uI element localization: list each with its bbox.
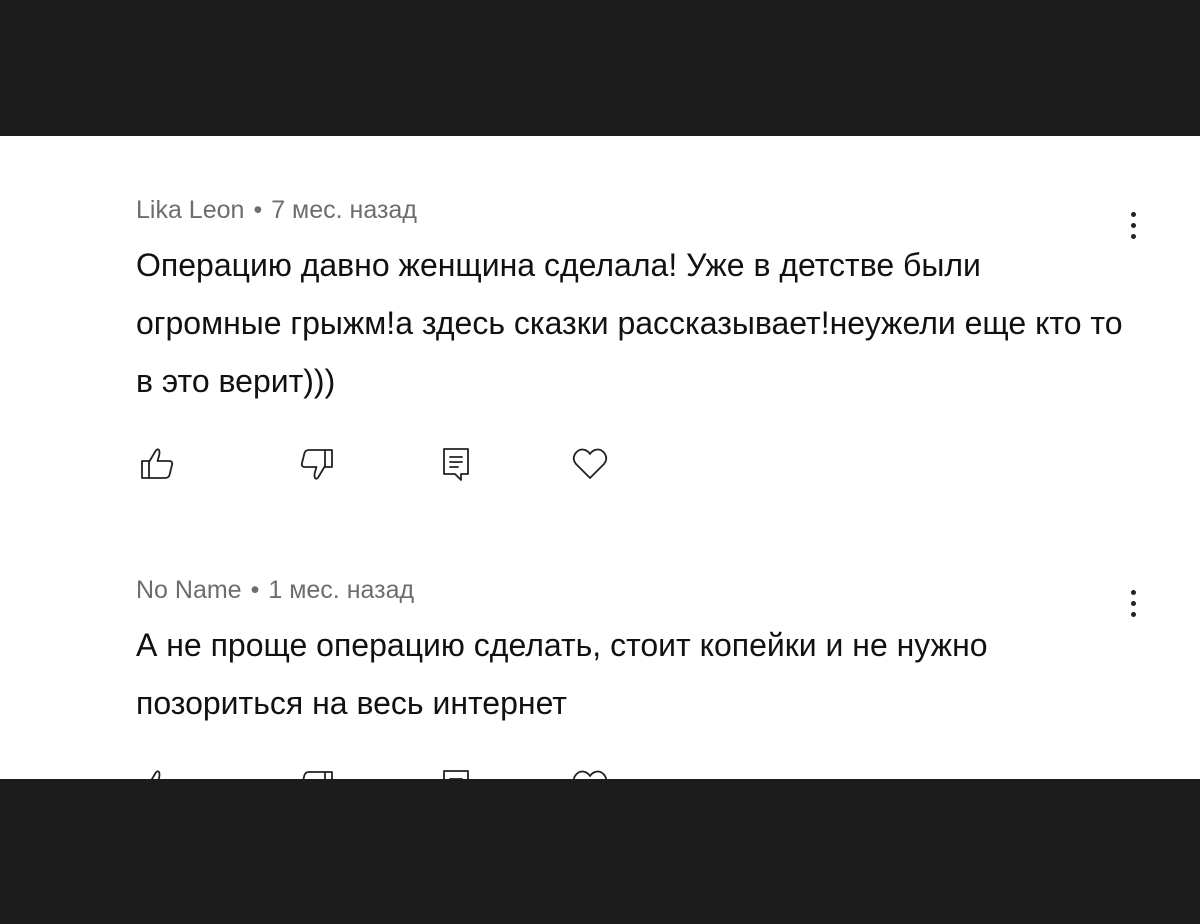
comment-author[interactable]: No Name (136, 576, 242, 604)
heart-icon (572, 770, 608, 779)
more-options-button[interactable] (1118, 578, 1148, 628)
comment-text: Операцию давно женщина сделала! Уже в де… (136, 247, 1123, 399)
comment-actions (136, 764, 636, 779)
comment-item: No Name • 1 мес. назад А не проще операцию… (136, 570, 1136, 732)
thumbs-up-icon (150, 770, 161, 779)
thumbs-down-icon (302, 771, 333, 779)
heart-icon (572, 448, 608, 479)
comment-time: 1 мес. назад (268, 576, 415, 604)
more-vertical-icon (1130, 589, 1136, 595)
more-options-button[interactable] (1118, 200, 1148, 250)
reply-icon (443, 770, 469, 779)
reply-button[interactable] (434, 764, 478, 779)
comment-time: 7 мес. назад (271, 196, 417, 224)
bottom-letterbox (0, 779, 1200, 924)
dislike-button[interactable] (294, 442, 338, 486)
more-vertical-icon (1130, 211, 1136, 217)
comment-meta: Lika Leon • 7 мес. назад (136, 190, 1136, 230)
comment-text: А не проще операцию сделать, стоит копей… (136, 627, 988, 721)
reply-button[interactable] (434, 442, 478, 486)
like-button[interactable] (136, 442, 180, 486)
thumbs-up-icon (141, 448, 174, 479)
comment-author[interactable]: Lika Leon (136, 196, 244, 224)
favorite-button[interactable] (568, 442, 612, 486)
thumbs-down-icon (300, 449, 333, 480)
comment-item: Lika Leon • 7 мес. назад Операцию давно же… (136, 190, 1136, 410)
comment-meta: No Name • 1 мес. назад (136, 570, 1136, 610)
meta-separator: • (250, 576, 260, 604)
top-letterbox (0, 0, 1200, 136)
favorite-button[interactable] (568, 764, 612, 779)
dislike-button[interactable] (294, 764, 338, 779)
comment-actions (136, 442, 636, 494)
reply-icon (443, 448, 469, 481)
like-button[interactable] (136, 764, 180, 779)
comments-panel: Lika Leon • 7 мес. назад Операцию давно же… (0, 136, 1200, 779)
meta-separator: • (253, 196, 263, 224)
